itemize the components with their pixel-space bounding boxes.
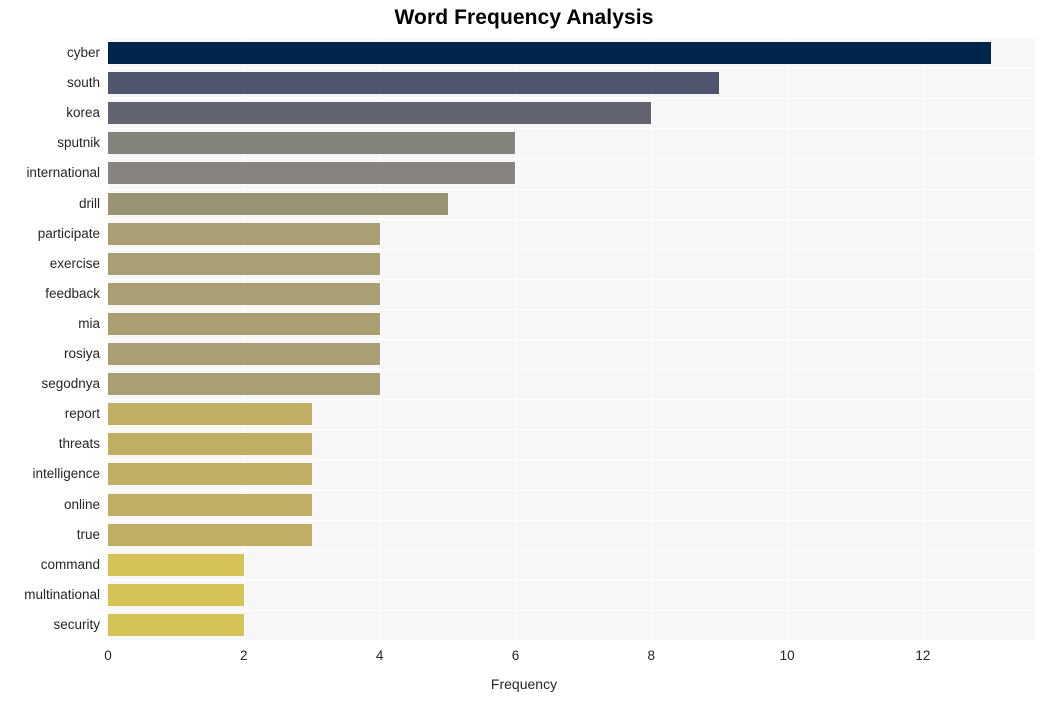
y-tick-label-south: south: [66, 75, 100, 91]
row-separator: [108, 98, 1035, 100]
bar-true: [108, 523, 312, 546]
bar-command: [108, 553, 244, 576]
row-separator: [108, 399, 1035, 401]
x-axis: Frequency 0 2 4 6 8 10 12: [0, 640, 1048, 701]
chart-title: Word Frequency Analysis: [394, 6, 654, 29]
row-separator: [108, 609, 1035, 611]
bar-report: [108, 403, 312, 426]
row-separator: [108, 369, 1035, 371]
bar-feedback: [108, 282, 380, 305]
bar-threats: [108, 433, 312, 456]
plot-area: [108, 38, 1035, 641]
bar-participate: [108, 222, 380, 245]
bar-sputnik: [108, 132, 516, 155]
y-tick-label-cyber: cyber: [66, 45, 100, 61]
y-tick-label-online: online: [63, 496, 100, 512]
row-separator: [108, 68, 1035, 70]
x-tick-label-0: 0: [104, 648, 112, 663]
y-tick-label-true: true: [76, 526, 100, 542]
bar-south: [108, 72, 720, 95]
row-separator: [108, 429, 1035, 431]
y-tick-label-sputnik: sputnik: [57, 135, 100, 151]
y-tick-label-exercise: exercise: [49, 255, 100, 271]
y-tick-label-command: command: [40, 556, 100, 572]
x-tick-label-8: 8: [647, 648, 656, 663]
row-separator: [108, 128, 1035, 130]
y-tick-label-multinational: multinational: [24, 586, 100, 602]
row-separator: [108, 339, 1035, 340]
bar-cyber: [108, 42, 991, 65]
row-separator: [108, 489, 1035, 491]
bar-mia: [108, 312, 380, 335]
x-tick-label-6: 6: [511, 648, 520, 663]
row-separator: [108, 248, 1035, 250]
bar-online: [108, 493, 312, 516]
x-tick-label-2: 2: [240, 648, 248, 663]
y-tick-label-intelligence: intelligence: [32, 466, 100, 482]
bar-segodnya: [108, 373, 380, 396]
y-tick-label-rosiya: rosiya: [63, 346, 100, 362]
bar-exercise: [108, 252, 380, 275]
y-tick-label-report: report: [64, 406, 100, 422]
row-separator: [108, 308, 1035, 310]
y-axis: cyber south korea sputnik international drill…: [0, 38, 100, 640]
bar-rosiya: [108, 343, 380, 366]
y-tick-label-participate: participate: [37, 225, 100, 241]
x-tick-label-12: 12: [915, 648, 931, 663]
x-tick-label-10: 10: [779, 648, 795, 663]
y-tick-label-korea: korea: [66, 105, 100, 121]
y-tick-label-security: security: [53, 616, 100, 632]
bar-intelligence: [108, 463, 312, 486]
y-tick-label-feedback: feedback: [45, 285, 100, 301]
bar-drill: [108, 192, 448, 215]
bar-multinational: [108, 583, 244, 606]
y-tick-label-mia: mia: [78, 315, 100, 331]
x-tick-label-4: 4: [375, 648, 384, 663]
word-frequency-chart: Word Frequency Analysis cyber south korea s…: [0, 0, 1048, 701]
y-tick-label-drill: drill: [78, 195, 100, 211]
bar-international: [108, 162, 516, 185]
row-separator: [108, 218, 1035, 220]
y-tick-label-threats: threats: [58, 436, 100, 452]
row-separator: [108, 188, 1035, 190]
bar-security: [108, 613, 244, 636]
y-tick-label-segodnya: segodnya: [41, 376, 100, 392]
row-separator: [108, 158, 1035, 160]
y-tick-label-international: international: [26, 165, 100, 181]
row-separator: [108, 579, 1035, 581]
row-separator: [108, 278, 1035, 280]
row-separator: [108, 549, 1035, 551]
bar-korea: [108, 102, 652, 125]
row-separator: [108, 519, 1035, 521]
x-axis-label: Frequency: [490, 676, 558, 692]
row-separator: [108, 459, 1035, 461]
